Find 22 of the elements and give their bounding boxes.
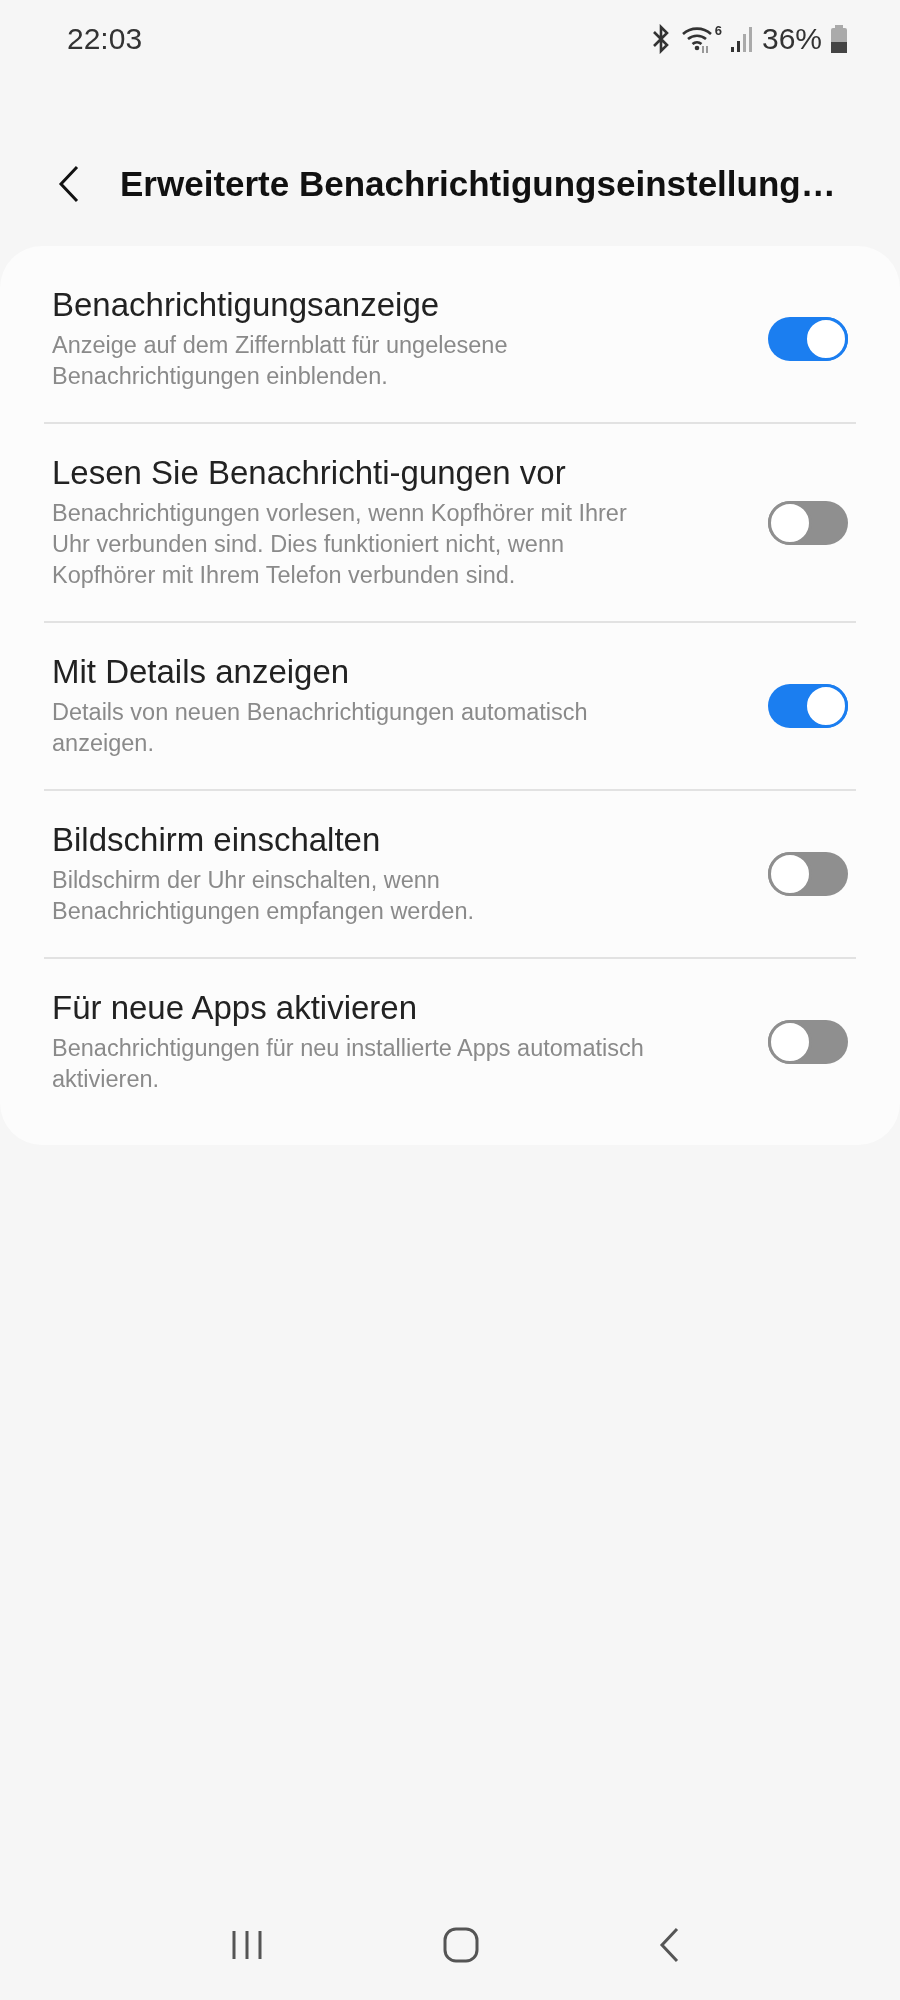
setting-description: Benachrichtigungen für neu installierte Apps automatisch aktivieren.	[52, 1034, 645, 1094]
setting-description: Details von neuen Benachrichtigungen automatisch anzeigen.	[52, 698, 589, 758]
setting-title: Lesen Sie Benachrichti-gungen vor	[52, 454, 567, 492]
setting-title: Bildschirm einschalten	[52, 821, 382, 859]
setting-title: Für neue Apps aktivieren	[52, 989, 419, 1027]
setting-description: Anzeige auf dem Ziffernblatt für ungelesene Benachrichtigungen einblenden.	[52, 331, 509, 391]
battery-icon	[830, 24, 848, 54]
setting-title: Benachrichtigungsanzeige	[52, 286, 441, 324]
home-button[interactable]	[443, 1927, 479, 1963]
clock-time: 22:03	[67, 22, 143, 56]
setting-description: Bildschirm der Uhr einschalten, wenn Benachrichtigungen empfangen werden.	[52, 866, 475, 926]
toggle-switch[interactable]	[768, 317, 848, 361]
setting-description: Benachrichtigungen vorlesen, wenn Kopfhörer mit Ihrer Uhr verbunden sind. Dies funktioniert nicht, wenn Kopfhörer mit Ihrem Telefon verbunden sind.	[52, 499, 628, 590]
back-button[interactable]	[658, 1927, 681, 1963]
toggle-switch[interactable]	[768, 684, 848, 728]
setting-title: Mit Details anzeigen	[52, 653, 351, 691]
page-title: Erweiterte Benachrichtigungseinstellung…	[120, 164, 836, 204]
toggle-switch[interactable]	[768, 1020, 848, 1064]
battery-percentage: 36%	[761, 22, 822, 56]
toggle-switch[interactable]	[768, 852, 848, 896]
toggle-switch[interactable]	[768, 500, 848, 545]
signal-icon	[729, 25, 754, 53]
